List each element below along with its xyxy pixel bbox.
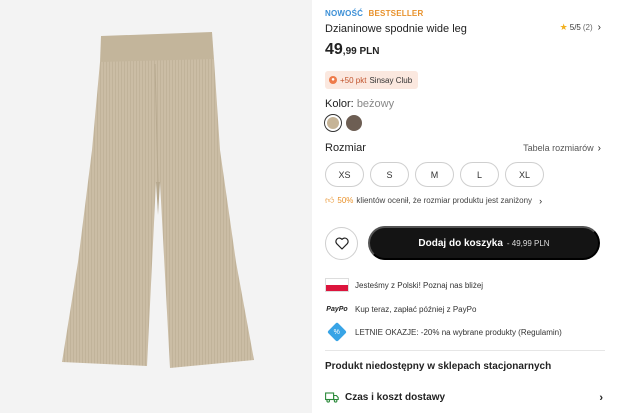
delivery-truck-icon [325, 392, 339, 403]
delivery-label: Czas i koszt dostawy [345, 392, 446, 403]
add-to-wishlist-button[interactable] [325, 227, 358, 260]
heart-icon [334, 237, 349, 250]
promo-poland[interactable]: Jesteśmy z Polski! Poznaj nas bliżej [325, 277, 483, 293]
product-title: Dzianinowe spodnie wide leg [325, 23, 467, 35]
delivery-info-link[interactable]: Czas i koszt dostawy › [325, 391, 603, 404]
size-guide-link[interactable]: Tabela rozmiarów › [523, 143, 601, 154]
size-option-m[interactable]: M [415, 162, 454, 187]
color-swatch-brown[interactable] [346, 115, 362, 131]
size-options: XS S M L XL [325, 162, 544, 187]
rating-summary[interactable]: ★ 5/5 (2) › [560, 22, 601, 33]
add-to-cart-button[interactable]: Dodaj do koszyka - 49,99 PLN [368, 226, 600, 260]
chevron-right-icon: › [599, 391, 603, 404]
promo-text: Jesteśmy z Polski! Poznaj nas bliżej [355, 280, 484, 290]
fit-percent: 50% [337, 196, 354, 205]
club-points: +50 pkt [340, 75, 367, 85]
badge-bestseller: BESTSELLER [368, 9, 424, 18]
size-guide-label: Tabela rozmiarów [523, 143, 594, 153]
product-image[interactable] [0, 0, 312, 413]
chevron-right-icon: › [539, 195, 543, 206]
color-label-text: Kolor: [325, 98, 354, 110]
club-coin-icon: ● [329, 76, 337, 84]
promo-text: LETNIE OKAZJE: -20% na wybrane produkty … [355, 327, 562, 337]
store-availability-note: Produkt niedostępny w sklepach stacjonar… [325, 361, 552, 372]
size-option-s[interactable]: S [370, 162, 409, 187]
add-to-cart-price: - 49,99 PLN [506, 238, 550, 248]
color-value: beżowy [356, 98, 395, 110]
star-icon: ★ [559, 22, 568, 32]
promo-text: Kup teraz, zapłać później z PayPo [355, 304, 477, 314]
divider [325, 350, 605, 351]
fit-feedback-link[interactable]: 👍︎ 50% klientów ocenił, że rozmiar produ… [325, 195, 542, 206]
paypo-logo: PayPo [326, 305, 348, 313]
club-points-badge: ● +50 pkt Sinsay Club [325, 71, 419, 89]
product-image-pants [62, 32, 254, 368]
color-label: Kolor: beżowy [325, 98, 394, 110]
promo-paypo[interactable]: PayPo Kup teraz, zapłać później z PayPo [325, 301, 476, 317]
discount-tag-icon: % [325, 322, 349, 342]
size-option-xl[interactable]: XL [505, 162, 544, 187]
rating-count: (2) [582, 23, 593, 32]
size-option-l[interactable]: L [460, 162, 499, 187]
promo-summer-sale[interactable]: % LETNIE OKAZJE: -20% na wybrane produkt… [325, 322, 562, 342]
product-info-panel: NOWOŚĆ BESTSELLER ★ 5/5 (2) › Dzianinowe… [324, 0, 605, 413]
thumbs-up-icon: 👍︎ [325, 195, 335, 205]
size-option-xs[interactable]: XS [325, 162, 364, 187]
price-fraction: ,99 PLN [342, 46, 380, 57]
fit-text: klientów ocenił, że rozmiar produktu jes… [356, 196, 533, 205]
rating-value: 5/5 [569, 23, 581, 32]
chevron-right-icon: › [597, 22, 601, 33]
club-name: Sinsay Club [369, 75, 413, 85]
badge-new: NOWOŚĆ [325, 9, 364, 18]
color-swatch-beige[interactable] [324, 114, 342, 132]
chevron-right-icon: › [597, 143, 601, 154]
size-label: Rozmiar [325, 142, 366, 154]
product-price: 49,99 PLN [325, 41, 379, 59]
product-badges: NOWOŚĆ BESTSELLER [325, 9, 423, 18]
poland-flag-icon [325, 277, 349, 293]
price-main: 49 [325, 41, 343, 58]
add-to-cart-label: Dodaj do koszyka [418, 237, 503, 249]
